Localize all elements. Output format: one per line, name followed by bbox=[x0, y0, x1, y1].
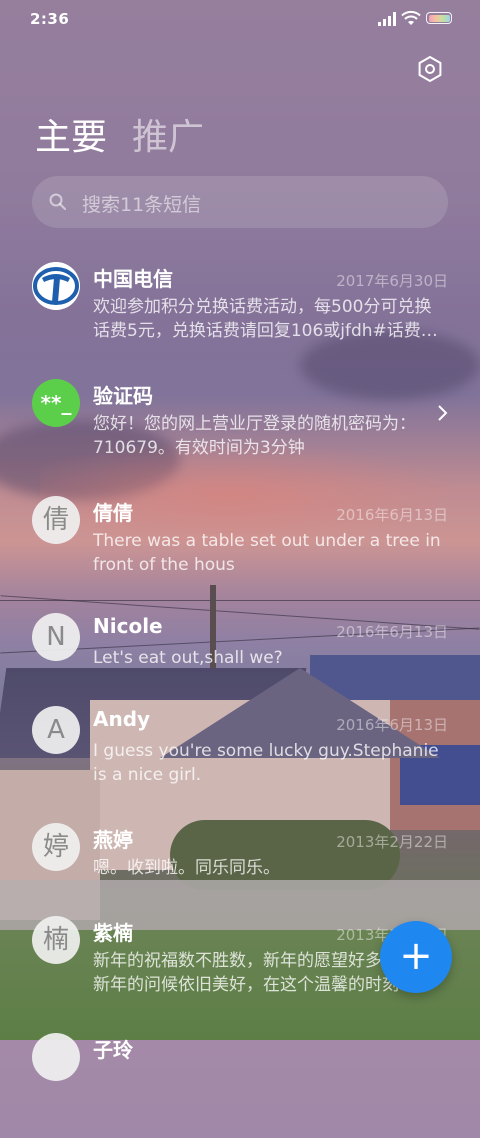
avatar-text: **_ bbox=[40, 391, 72, 415]
plus-icon: + bbox=[399, 933, 433, 979]
conversation-row[interactable]: **_ 验证码 您好！您的网上营业厅登录的随机密码为：710679。有效时间为3… bbox=[0, 367, 480, 484]
message-preview: There was a table set out under a tree i… bbox=[93, 531, 441, 575]
message-preview: 您好！您的网上营业厅登录的随机密码为：710679。有效时间为3分钟 bbox=[93, 414, 416, 458]
contact-name: Andy bbox=[93, 707, 151, 731]
chevron-right-icon[interactable] bbox=[436, 403, 450, 423]
search-icon bbox=[49, 193, 66, 210]
conversation-list: 中国电信 2017年6月30日 欢迎参加积分兑换话费活动，每500分可兑换话费5… bbox=[0, 250, 480, 1138]
tab-primary[interactable]: 主要 bbox=[35, 108, 107, 160]
avatar: N bbox=[32, 613, 80, 661]
contact-name: 紫楠 bbox=[93, 921, 133, 945]
message-preview: I guess you're some lucky guy.Stephanie … bbox=[93, 741, 439, 785]
search-bar[interactable]: 搜索11条短信 bbox=[32, 176, 448, 228]
search-input[interactable]: 搜索11条短信 bbox=[82, 190, 201, 217]
conversation-row[interactable]: 倩 倩倩 2016年6月13日 There was a table set ou… bbox=[0, 484, 480, 601]
avatar bbox=[32, 1033, 80, 1081]
message-date: 2016年6月13日 bbox=[336, 716, 448, 734]
tab-promotions[interactable]: 推广 bbox=[132, 108, 204, 160]
china-telecom-logo bbox=[32, 262, 80, 310]
message-date: 2013年2月22日 bbox=[336, 833, 448, 851]
status-time: 2:36 bbox=[30, 10, 70, 28]
message-date: 2016年6月13日 bbox=[336, 506, 448, 524]
message-preview: 欢迎参加积分兑换话费活动，每500分可兑换话费5元，兑换话费请回复106或jfd… bbox=[93, 297, 438, 341]
conversation-row[interactable]: 中国电信 2017年6月30日 欢迎参加积分兑换话费活动，每500分可兑换话费5… bbox=[0, 250, 480, 367]
battery-icon bbox=[426, 12, 452, 24]
message-date: 2016年6月13日 bbox=[336, 623, 448, 641]
avatar: 婷 bbox=[32, 823, 80, 871]
contact-name: 子玲 bbox=[93, 1038, 133, 1062]
avatar: 楠 bbox=[32, 916, 80, 964]
conversation-row[interactable]: 子玲 bbox=[0, 1021, 480, 1138]
contact-name: 燕婷 bbox=[93, 828, 133, 852]
cellular-signal-icon bbox=[378, 12, 396, 26]
conversation-row[interactable]: 婷 燕婷 2013年2月22日 嗯。收到啦。同乐同乐。 bbox=[0, 811, 480, 904]
message-preview: 嗯。收到啦。同乐同乐。 bbox=[93, 858, 280, 878]
message-date: 2017年6月30日 bbox=[336, 272, 448, 290]
avatar: A bbox=[32, 706, 80, 754]
avatar: 倩 bbox=[32, 496, 80, 544]
conversation-row[interactable]: N Nicole 2016年6月13日 Let's eat out,shall … bbox=[0, 601, 480, 694]
contact-name: 验证码 bbox=[93, 384, 153, 408]
contact-name: 中国电信 bbox=[93, 267, 173, 291]
wifi-icon bbox=[401, 10, 421, 25]
contact-name: 倩倩 bbox=[93, 501, 133, 525]
message-preview: Let's eat out,shall we? bbox=[93, 648, 283, 668]
verification-code-avatar: **_ bbox=[32, 379, 80, 427]
conversation-row[interactable]: A Andy 2016年6月13日 I guess you're some lu… bbox=[0, 694, 480, 811]
settings-icon[interactable] bbox=[416, 55, 444, 83]
new-message-button[interactable]: + bbox=[380, 921, 452, 993]
status-bar: 2:36 bbox=[0, 0, 480, 40]
contact-name: Nicole bbox=[93, 614, 163, 638]
